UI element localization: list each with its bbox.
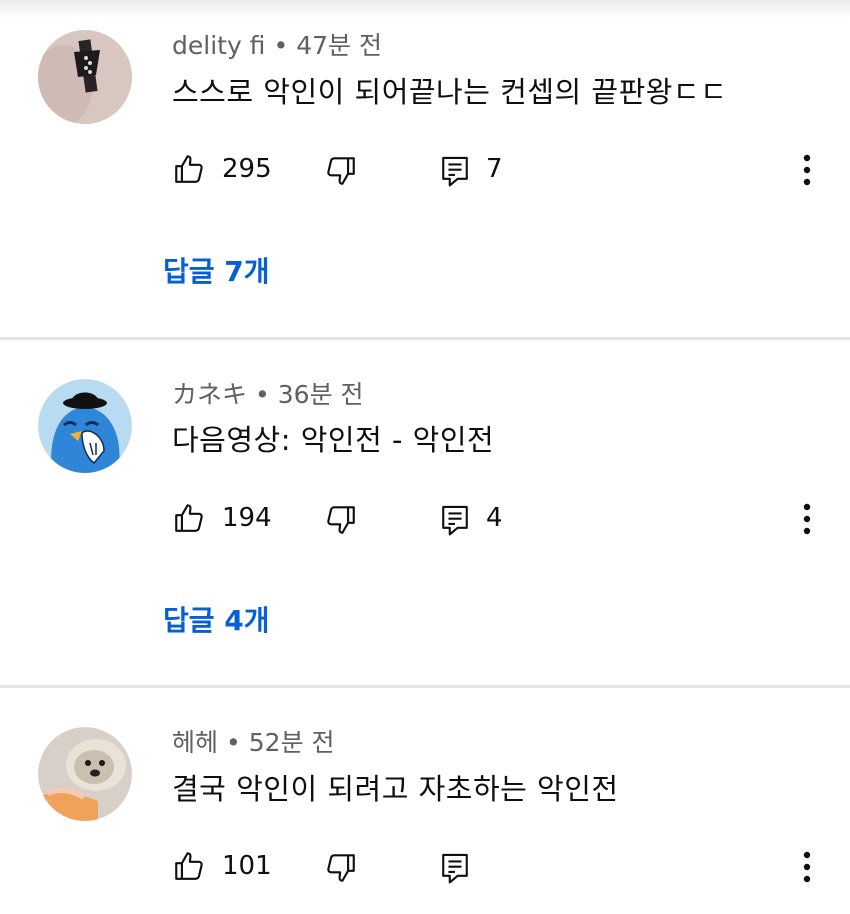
comment-text: 다음영상: 악인전 - 악인전 bbox=[172, 423, 495, 457]
view-replies-link[interactable]: 답글 4개 bbox=[163, 604, 270, 638]
comment-time: 52분 전 bbox=[248, 728, 335, 757]
thumbs-down-icon[interactable] bbox=[324, 503, 358, 541]
comment-divider bbox=[0, 337, 850, 340]
thumbs-down-icon[interactable] bbox=[324, 851, 358, 889]
blue-bird-avatar-icon bbox=[38, 379, 132, 473]
reply-count: 4 bbox=[486, 503, 503, 533]
reply-icon[interactable] bbox=[439, 503, 471, 541]
avatar[interactable] bbox=[38, 727, 132, 821]
comment-meta: 헤헤 • 52분 전 bbox=[172, 728, 335, 758]
reply-count: 7 bbox=[486, 154, 503, 184]
more-options-icon[interactable] bbox=[800, 847, 814, 891]
author-name[interactable]: カネキ bbox=[172, 380, 247, 409]
reply-icon[interactable] bbox=[439, 154, 471, 192]
more-options-icon[interactable] bbox=[800, 150, 814, 194]
comment-meta: delity fi • 47분 전 bbox=[172, 31, 382, 61]
more-options-icon[interactable] bbox=[800, 499, 814, 543]
comment-text: 스스로 악인이 되어끝나는 컨셉의 끝판왕ㄷㄷ bbox=[172, 75, 728, 109]
author-name[interactable]: 헤헤 bbox=[172, 728, 218, 757]
comment-actions: 295 7 bbox=[0, 146, 850, 196]
thumbs-up-icon[interactable] bbox=[172, 501, 206, 539]
author-name[interactable]: delity fi bbox=[172, 31, 265, 60]
view-replies-link[interactable]: 답글 7개 bbox=[163, 255, 270, 289]
comment-divider bbox=[0, 685, 850, 688]
thumbs-up-icon[interactable] bbox=[172, 152, 206, 190]
meta-separator: • bbox=[226, 728, 241, 757]
comment-time: 47분 전 bbox=[296, 31, 382, 60]
meta-separator: • bbox=[273, 31, 289, 60]
comment-actions: 194 4 bbox=[0, 495, 850, 545]
reply-icon[interactable] bbox=[439, 851, 471, 889]
meta-separator: • bbox=[255, 380, 270, 409]
thumbs-down-icon[interactable] bbox=[324, 154, 358, 192]
comment-meta: カネキ • 36분 전 bbox=[172, 380, 364, 410]
comment-time: 36분 전 bbox=[277, 380, 364, 409]
dog-avatar-icon bbox=[38, 727, 132, 821]
comment-actions: 101 bbox=[0, 843, 850, 893]
like-count: 194 bbox=[222, 503, 272, 533]
guitar-avatar-icon bbox=[38, 30, 132, 124]
like-count: 101 bbox=[222, 851, 272, 881]
thumbs-up-icon[interactable] bbox=[172, 849, 206, 887]
avatar[interactable] bbox=[38, 379, 132, 473]
like-count: 295 bbox=[222, 154, 272, 184]
avatar[interactable] bbox=[38, 30, 132, 124]
top-shade bbox=[0, 0, 850, 18]
comment-text: 결국 악인이 되려고 자초하는 악인전 bbox=[172, 772, 619, 806]
